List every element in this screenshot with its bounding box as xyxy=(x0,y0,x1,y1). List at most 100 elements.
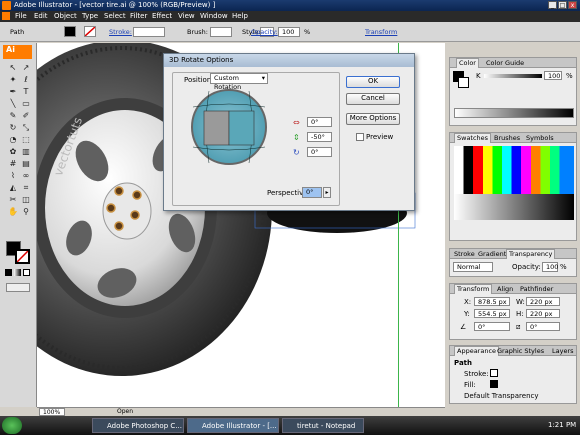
zoom-tool-icon[interactable]: ⚲ xyxy=(21,207,31,217)
eyedropper-tool-icon[interactable]: ⌇ xyxy=(8,171,18,181)
menu-window[interactable]: Window xyxy=(200,12,228,20)
taskbar-notepad[interactable]: tiretut - Notepad xyxy=(282,418,364,433)
perspective-slider-arrow[interactable]: ▸ xyxy=(323,187,331,198)
menu-view[interactable]: View xyxy=(178,12,195,20)
tab-stroke[interactable]: Stroke xyxy=(452,250,477,258)
stroke-weight-input[interactable] xyxy=(133,27,165,37)
rotation-cube-preview[interactable] xyxy=(191,89,267,165)
blend-mode-dropdown[interactable]: Normal xyxy=(453,262,493,272)
color-mode-icon[interactable] xyxy=(5,269,12,276)
stroke-swatch[interactable] xyxy=(84,26,96,37)
fill-swatch[interactable] xyxy=(64,26,76,37)
x-input[interactable]: 878.5 px xyxy=(474,297,510,306)
k-input[interactable]: 100 xyxy=(544,71,562,80)
appearance-fill-swatch[interactable] xyxy=(490,380,498,388)
tab-pathfinder[interactable]: Pathfinder xyxy=(518,285,555,293)
stroke-label[interactable]: Stroke: xyxy=(109,28,132,36)
slice-tool-icon[interactable]: ✂ xyxy=(8,195,18,205)
taskbar-illustrator[interactable]: Adobe Illustrator - [... xyxy=(187,418,279,433)
rotate-tool-icon[interactable]: ↻ xyxy=(8,123,18,133)
zoom-dropdown[interactable]: 100% xyxy=(39,408,65,416)
type-tool-icon[interactable]: T xyxy=(21,87,31,97)
paintbrush-tool-icon[interactable]: ✎ xyxy=(8,111,18,121)
scale-tool-icon[interactable]: ⤡ xyxy=(21,123,31,133)
opacity-label[interactable]: Opacity: xyxy=(251,28,278,36)
menu-help[interactable]: Help xyxy=(232,12,248,20)
line-tool-icon[interactable]: ╲ xyxy=(8,99,18,109)
y-input[interactable]: 554.5 px xyxy=(474,309,510,318)
minimize-button[interactable]: _ xyxy=(548,1,557,9)
live-paint-tool-icon[interactable]: ◭ xyxy=(8,183,18,193)
selection-tool-icon[interactable]: ↖ xyxy=(8,63,18,73)
direct-selection-tool-icon[interactable]: ↗ xyxy=(21,63,31,73)
magic-wand-tool-icon[interactable]: ✦ xyxy=(8,75,18,85)
x-angle-input[interactable]: 0° xyxy=(307,117,332,127)
menu-effect[interactable]: Effect xyxy=(152,12,172,20)
stroke-color-box[interactable] xyxy=(15,249,30,264)
rotate-angle-input[interactable]: 0° xyxy=(474,322,510,331)
blend-tool-icon[interactable]: ∞ xyxy=(21,171,31,181)
tab-swatches[interactable]: Swatches xyxy=(454,133,492,143)
opacity-input[interactable]: 100 xyxy=(278,27,300,37)
swatch-grid[interactable] xyxy=(454,146,574,194)
menu-select[interactable]: Select xyxy=(104,12,126,20)
appearance-stroke-swatch[interactable] xyxy=(490,369,498,377)
color-stroke-box[interactable] xyxy=(458,77,469,88)
color-spectrum-bar[interactable] xyxy=(454,108,574,118)
hand-tool-icon[interactable]: ✋ xyxy=(8,207,18,217)
pencil-tool-icon[interactable]: ✐ xyxy=(21,111,31,121)
gradient-tool-icon[interactable]: ▤ xyxy=(21,159,31,169)
warp-tool-icon[interactable]: ◔ xyxy=(8,135,18,145)
menu-filter[interactable]: Filter xyxy=(130,12,147,20)
close-button[interactable]: x xyxy=(568,1,577,9)
none-mode-icon[interactable] xyxy=(23,269,30,276)
right-panel-dock: Color Color Guide K 100 % Swatches Brush… xyxy=(445,43,580,416)
menu-edit[interactable]: Edit xyxy=(34,12,48,20)
tab-transform[interactable]: Transform xyxy=(454,284,493,294)
k-slider[interactable] xyxy=(484,74,542,78)
y-angle-input[interactable]: -50° xyxy=(307,132,332,142)
menu-type[interactable]: Type xyxy=(82,12,98,20)
grayscale-swatches[interactable] xyxy=(454,194,574,220)
transform-link[interactable]: Transform xyxy=(365,28,397,36)
w-input[interactable]: 220 px xyxy=(526,297,560,306)
menu-object[interactable]: Object xyxy=(54,12,77,20)
symbol-sprayer-tool-icon[interactable]: ✿ xyxy=(8,147,18,157)
more-options-button[interactable]: More Options xyxy=(346,113,400,125)
preview-checkbox[interactable] xyxy=(356,133,364,141)
z-angle-input[interactable]: 0° xyxy=(307,147,332,157)
ok-button[interactable]: OK xyxy=(346,76,400,88)
crop-tool-icon[interactable]: ⌗ xyxy=(21,183,31,193)
mesh-tool-icon[interactable]: # xyxy=(8,159,18,169)
opacity-panel-input[interactable]: 100 xyxy=(542,262,558,272)
graph-tool-icon[interactable]: ▥ xyxy=(21,147,31,157)
tab-symbols[interactable]: Symbols xyxy=(524,134,556,142)
tab-color-guide[interactable]: Color Guide xyxy=(484,59,526,67)
preview-label: Preview xyxy=(366,133,394,141)
gradient-mode-icon[interactable] xyxy=(14,269,21,276)
maximize-button[interactable]: □ xyxy=(558,1,567,9)
tab-color[interactable]: Color xyxy=(456,58,479,68)
rectangle-tool-icon[interactable]: ▭ xyxy=(21,99,31,109)
lasso-tool-icon[interactable]: ℓ xyxy=(21,75,31,85)
tab-align[interactable]: Align xyxy=(495,285,515,293)
tab-brushes[interactable]: Brushes xyxy=(492,134,522,142)
menu-file[interactable]: File xyxy=(15,12,27,20)
tab-gradient[interactable]: Gradient xyxy=(476,250,508,258)
tab-graphic-styles[interactable]: Graphic Styles xyxy=(495,347,546,355)
screen-mode-icon[interactable] xyxy=(6,283,30,292)
brush-picker[interactable] xyxy=(210,27,232,37)
perspective-input[interactable]: 0° xyxy=(302,187,322,198)
h-input[interactable]: 220 px xyxy=(526,309,560,318)
taskbar-photoshop[interactable]: Adobe Photoshop C... xyxy=(92,418,184,433)
tab-transparency[interactable]: Transparency xyxy=(506,249,556,259)
tab-appearance[interactable]: Appearance xyxy=(454,346,500,356)
position-dropdown[interactable]: Custom Rotation ▾ xyxy=(210,73,268,91)
eraser-tool-icon[interactable]: ◫ xyxy=(21,195,31,205)
shear-angle-input[interactable]: 0° xyxy=(526,322,560,331)
pen-tool-icon[interactable]: ✒ xyxy=(8,87,18,97)
cancel-button[interactable]: Cancel xyxy=(346,93,400,105)
start-button[interactable] xyxy=(2,417,22,434)
tab-layers[interactable]: Layers xyxy=(550,347,576,355)
free-transform-tool-icon[interactable]: ⬚ xyxy=(21,135,31,145)
